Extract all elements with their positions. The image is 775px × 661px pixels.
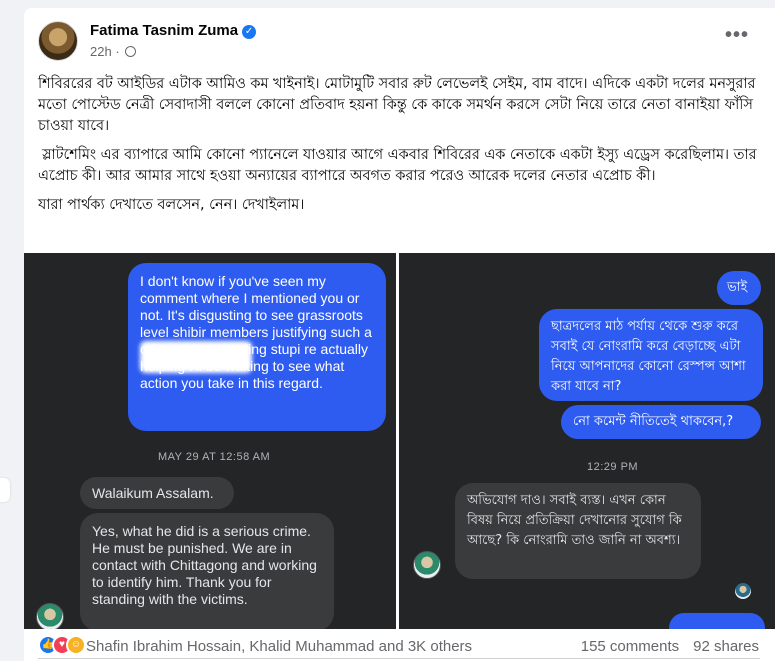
sent-message-bubble: ভাই bbox=[717, 271, 761, 305]
post-header: Fatima Tasnim Zuma ✓ 22h · ••• bbox=[24, 8, 775, 70]
received-message-bubble: Yes, what he did is a serious crime. He … bbox=[80, 513, 334, 629]
sent-message-text: I don't know if you've seen my comment w… bbox=[140, 273, 372, 391]
feed-left-gutter bbox=[0, 0, 12, 661]
care-icon: ☺ bbox=[66, 635, 86, 655]
sent-message-bubble-partial bbox=[669, 613, 765, 629]
globe-icon bbox=[125, 46, 137, 57]
author-name-row[interactable]: Fatima Tasnim Zuma ✓ bbox=[90, 22, 257, 39]
post-text: শিবিররের বট আইডির এটাক আমিও কম খাইনাই। ম… bbox=[38, 74, 760, 224]
chat-screenshot-left[interactable]: I don't know if you've seen my comment w… bbox=[24, 253, 396, 629]
shares-count[interactable]: 92 shares bbox=[693, 638, 759, 655]
seen-indicator-avatar bbox=[735, 583, 751, 599]
comments-count[interactable]: 155 comments bbox=[581, 638, 679, 655]
post-meta: 22h · bbox=[90, 44, 137, 59]
contact-avatar bbox=[36, 603, 64, 629]
sent-message-bubble: ছাত্রদলের মাঠ পর্যায় থেকে শুরু করে সবাই… bbox=[539, 309, 763, 401]
footer-divider bbox=[38, 658, 760, 659]
post-images[interactable]: I don't know if you've seen my comment w… bbox=[24, 253, 775, 629]
verified-badge-icon: ✓ bbox=[242, 25, 257, 39]
post-time[interactable]: 22h bbox=[90, 44, 112, 59]
chat-timestamp: 12:29 PM bbox=[587, 461, 639, 473]
scroll-handle[interactable] bbox=[0, 478, 10, 502]
chat-screenshot-right[interactable]: ভাই ছাত্রদলের মাঠ পর্যায় থেকে শুরু করে … bbox=[399, 253, 775, 629]
author-name[interactable]: Fatima Tasnim Zuma bbox=[90, 22, 238, 39]
author-avatar[interactable] bbox=[38, 21, 78, 61]
received-message-bubble: Walaikum Assalam. bbox=[80, 477, 234, 509]
redaction-blur bbox=[140, 341, 252, 373]
chat-timestamp: MAY 29 AT 12:58 AM bbox=[158, 451, 271, 463]
sent-message-text: ভাই bbox=[727, 280, 748, 295]
sent-message-bubble: নো কমেন্ট নীতিতেই থাকবেন,? bbox=[561, 405, 761, 439]
received-message-text: Walaikum Assalam. bbox=[92, 485, 214, 501]
sent-message-text: নো কমেন্ট নীতিতেই থাকবেন,? bbox=[573, 414, 734, 429]
post-footer: 👍 ♥ ☺ Shafin Ibrahim Hossain, Khalid Muh… bbox=[24, 629, 775, 661]
post-paragraph: শিবিররের বট আইডির এটাক আমিও কম খাইনাই। ম… bbox=[38, 76, 756, 134]
reactors-text[interactable]: Shafin Ibrahim Hossain, Khalid Muhammad … bbox=[86, 638, 472, 655]
engagement-counts: 155 comments 92 shares bbox=[581, 638, 759, 655]
more-options-button[interactable]: ••• bbox=[725, 25, 749, 45]
sent-message-text: ছাত্রদলের মাঠ পর্যায় থেকে শুরু করে সবাই… bbox=[551, 319, 746, 394]
post-paragraph: যারা পার্থক্য দেখাতে বলসেন, নেন। দেখাইলা… bbox=[38, 197, 305, 213]
received-message-bubble: অভিযোগ দাও। সবাই ব্যস্ত। এখন কোন বিষয় ন… bbox=[455, 483, 701, 579]
received-message-text: অভিযোগ দাও। সবাই ব্যস্ত। এখন কোন বিষয় ন… bbox=[467, 493, 682, 548]
received-message-text: Yes, what he did is a serious crime. He … bbox=[92, 523, 317, 607]
post-paragraph: স্লাটশেমিং এর ব্যাপারে আমি কোনো প্যানেলে… bbox=[38, 147, 757, 184]
contact-avatar bbox=[413, 551, 441, 579]
post-card: Fatima Tasnim Zuma ✓ 22h · ••• শিবিররের ব… bbox=[24, 8, 775, 661]
